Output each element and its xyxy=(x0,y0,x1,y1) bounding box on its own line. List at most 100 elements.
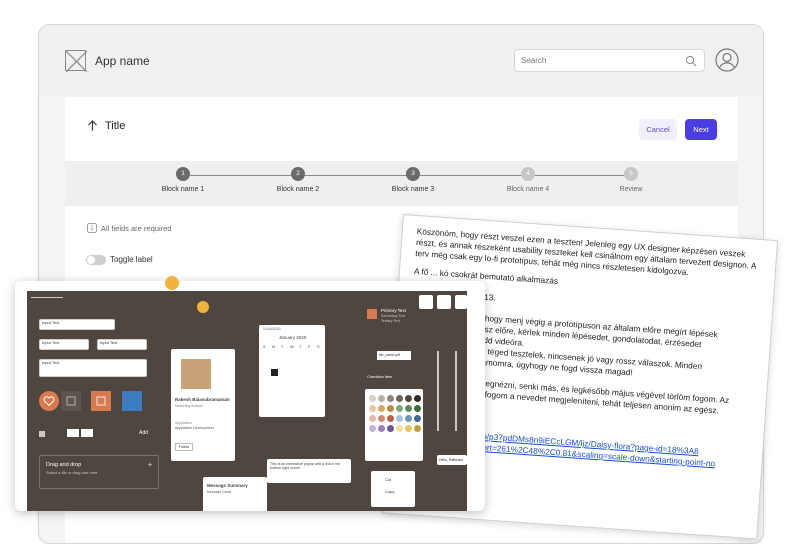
color-swatch[interactable] xyxy=(378,425,385,432)
color-swatch[interactable] xyxy=(405,425,412,432)
image-tile[interactable] xyxy=(61,391,81,411)
plus-icon[interactable]: + xyxy=(148,462,152,469)
color-swatch[interactable] xyxy=(369,415,376,422)
app-name: App name xyxy=(95,54,150,68)
color-swatch[interactable] xyxy=(387,425,394,432)
tool-button[interactable] xyxy=(419,295,433,309)
vertical-slider[interactable] xyxy=(455,351,457,431)
step-1[interactable]: 1 Block name 1 xyxy=(143,167,223,193)
greeting-chip[interactable]: Hello, Rathnam xyxy=(437,455,467,465)
color-swatch[interactable] xyxy=(414,425,421,432)
weekday-label: S xyxy=(317,345,320,349)
list-avatar xyxy=(367,309,377,319)
profile-field-value: Application Development xyxy=(175,426,214,430)
emoji-icon xyxy=(197,301,209,313)
profile-name: Rakesh Balasubramanian xyxy=(175,397,230,402)
add-label[interactable]: Add xyxy=(139,430,148,436)
step-4[interactable]: 4 Block name 4 xyxy=(488,167,568,193)
toggle-label: Toggle label xyxy=(110,255,153,264)
textarea-input[interactable]: Input Text xyxy=(39,359,147,377)
step-review[interactable]: 5 Review xyxy=(591,167,671,193)
color-swatch[interactable] xyxy=(378,395,385,402)
step-3[interactable]: 3 Block name 3 xyxy=(373,167,453,193)
step-2[interactable]: 2 Block name 2 xyxy=(258,167,338,193)
color-swatch[interactable] xyxy=(369,395,376,402)
profile-photo xyxy=(181,359,211,389)
next-button[interactable]: Next xyxy=(685,119,717,140)
color-swatch[interactable] xyxy=(405,405,412,412)
toggle-switch[interactable] xyxy=(86,255,106,265)
menu-copy[interactable]: Copy xyxy=(385,489,394,494)
text-input[interactable]: Input Text xyxy=(39,319,115,330)
color-swatch[interactable] xyxy=(405,395,412,402)
color-swatch[interactable] xyxy=(396,395,403,402)
pager-page[interactable] xyxy=(81,429,93,437)
color-swatch[interactable] xyxy=(396,405,403,412)
file-chip[interactable]: file_name.pdf xyxy=(377,351,411,360)
heart-tile[interactable] xyxy=(39,391,59,411)
checkbox-item[interactable]: Checkbox Item xyxy=(367,375,392,379)
color-swatch[interactable] xyxy=(378,415,385,422)
arrow-up-icon[interactable] xyxy=(87,120,98,131)
photo-icon xyxy=(96,396,106,406)
drag-drop-zone[interactable]: Drag and drop Select a file or drag one … xyxy=(39,455,159,489)
color-swatch[interactable] xyxy=(369,405,376,412)
tool-button[interactable] xyxy=(455,295,467,309)
cancel-button[interactable]: Cancel xyxy=(639,119,677,140)
message-detail: Message Detail xyxy=(207,490,232,494)
date-value: 01/04/2020 xyxy=(263,327,281,331)
text-input[interactable]: Input Text xyxy=(39,339,89,350)
drag-drop-title: Drag and drop xyxy=(46,462,82,468)
app-header: App name xyxy=(39,25,763,95)
weekday-label: S xyxy=(263,345,266,349)
secondary-text: Secondary Text xyxy=(381,314,406,318)
info-icon xyxy=(87,223,97,233)
menu-cut[interactable]: Cut xyxy=(385,477,391,482)
tool-button[interactable] xyxy=(437,295,451,309)
selected-day[interactable] xyxy=(271,369,278,376)
color-palette[interactable] xyxy=(365,389,423,461)
search-input[interactable] xyxy=(515,50,675,71)
color-swatch[interactable] xyxy=(414,405,421,412)
weekday-label: T xyxy=(281,345,284,349)
user-avatar-icon[interactable] xyxy=(715,48,739,72)
progress-line xyxy=(31,297,63,298)
color-swatch[interactable] xyxy=(405,415,412,422)
calendar-month: January 2020 xyxy=(279,335,307,340)
color-swatch[interactable] xyxy=(378,405,385,412)
step-label: Block name 2 xyxy=(276,186,320,193)
message-card: Message Summary Message Detail xyxy=(203,477,267,511)
context-menu: Cut Copy xyxy=(371,471,415,507)
color-swatch[interactable] xyxy=(369,425,376,432)
page-title: Title xyxy=(105,120,126,132)
photo-tile[interactable] xyxy=(91,391,111,411)
color-swatch[interactable] xyxy=(396,415,403,422)
color-swatch[interactable] xyxy=(414,395,421,402)
step-number: 2 xyxy=(291,167,305,181)
interactive-popup: This is an interactive popup with a link… xyxy=(267,459,351,483)
search-box[interactable] xyxy=(514,49,705,72)
color-swatch[interactable] xyxy=(387,415,394,422)
follow-button[interactable]: Follow xyxy=(175,443,193,451)
pager-page[interactable] xyxy=(67,429,79,437)
step-number: 3 xyxy=(406,167,420,181)
weekday-label: W xyxy=(290,345,294,349)
required-fields-note: All fields are required xyxy=(101,224,172,233)
select-input[interactable]: Input Text xyxy=(97,339,147,350)
image-icon xyxy=(66,396,76,406)
step-label: Block name 3 xyxy=(391,186,435,193)
component-library-canvas: Input Text Input Text Input Text Input T… xyxy=(27,291,467,511)
calendar[interactable]: 01/04/2020 January 2020 S M T W T F S xyxy=(259,325,325,417)
search-icon[interactable] xyxy=(685,55,697,67)
vertical-slider[interactable] xyxy=(437,351,439,431)
color-swatch[interactable] xyxy=(396,425,403,432)
pager-prev[interactable] xyxy=(39,431,45,437)
step-number: 4 xyxy=(521,167,535,181)
color-swatch[interactable] xyxy=(414,415,421,422)
profile-field-label: Application xyxy=(175,421,193,425)
message-title: Message Summary xyxy=(207,483,248,488)
color-swatch[interactable] xyxy=(387,405,394,412)
step-number: 5 xyxy=(624,167,638,181)
color-swatch[interactable] xyxy=(387,395,394,402)
step-label: Block name 4 xyxy=(506,186,550,193)
